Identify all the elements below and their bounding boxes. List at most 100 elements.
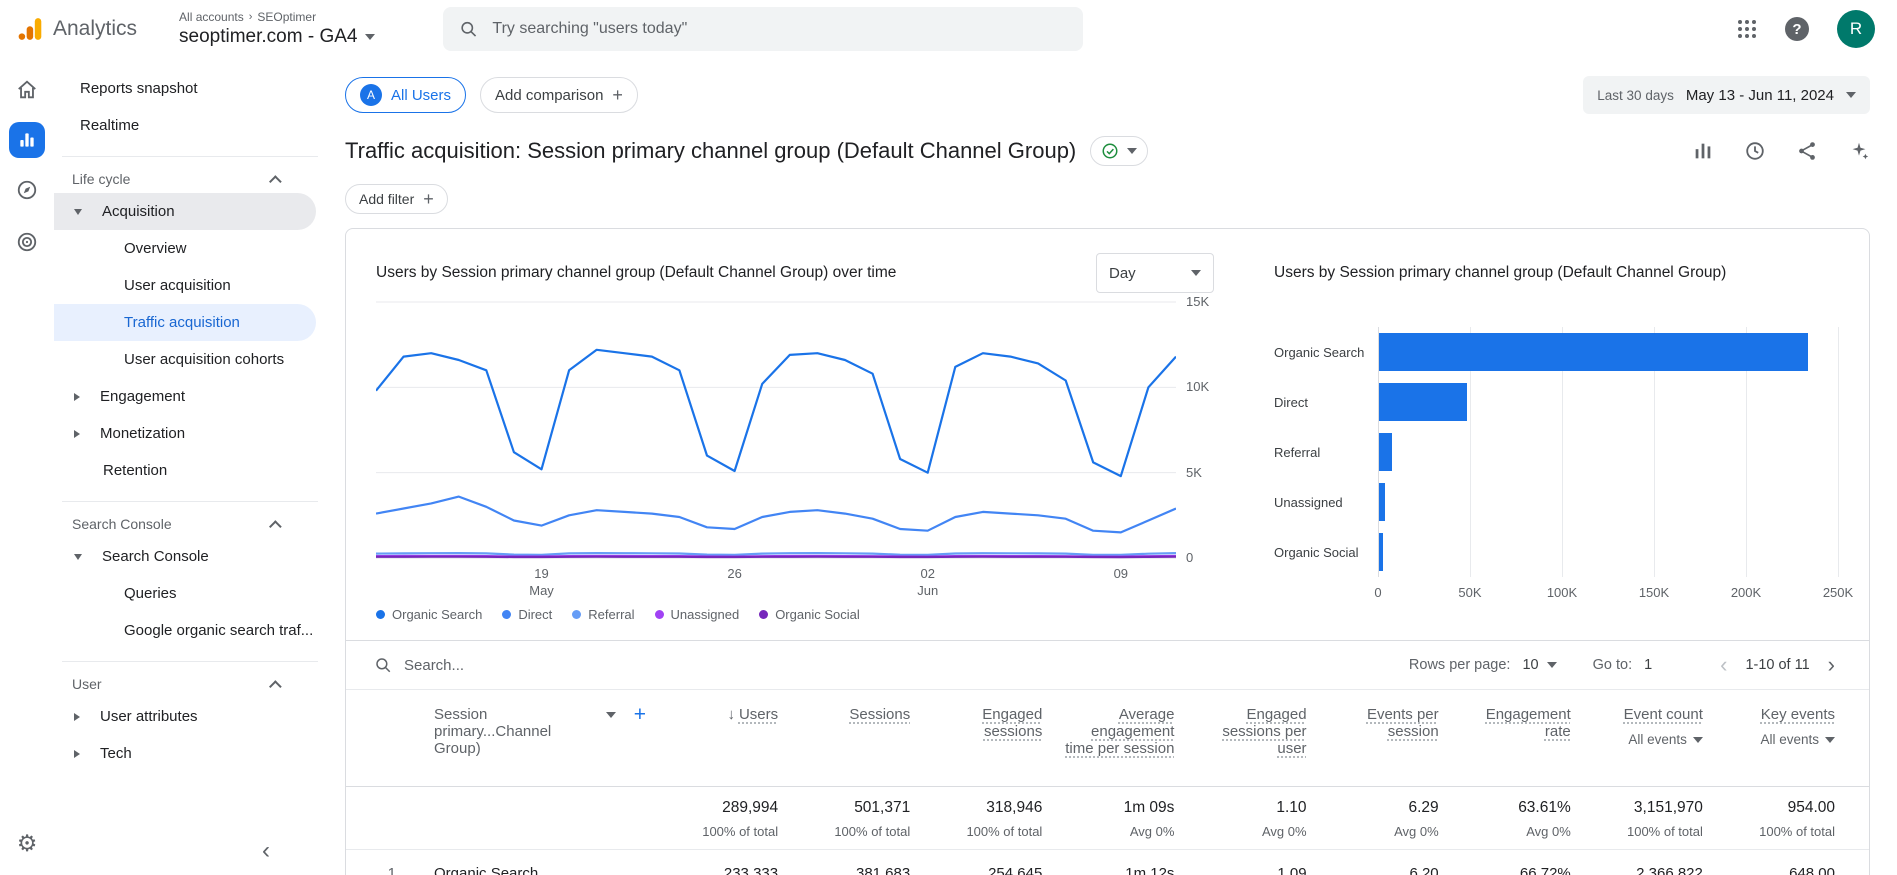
data-quality-badge[interactable] bbox=[1090, 136, 1148, 166]
breadcrumb[interactable]: All accounts › SEOptimer bbox=[179, 10, 375, 24]
row-value: 1m 12s bbox=[1042, 865, 1174, 875]
collapsed-arrow-icon[interactable] bbox=[74, 430, 80, 438]
line-chart-x-axis: 19May2602Jun09 bbox=[376, 565, 1176, 603]
sidebar-item-traffic-acquisition[interactable]: Traffic acquisition bbox=[54, 304, 316, 341]
advertising-icon[interactable] bbox=[7, 222, 47, 262]
bar-referral[interactable] bbox=[1379, 433, 1392, 471]
sidebar-item-tech[interactable]: Tech bbox=[54, 735, 330, 772]
admin-gear-icon[interactable]: ⚙ bbox=[0, 830, 54, 857]
bar-organic-social[interactable] bbox=[1379, 533, 1383, 571]
sidebar-item-user-attributes[interactable]: User attributes bbox=[54, 698, 330, 735]
column-header-events-per-session[interactable]: Events per session bbox=[1307, 690, 1439, 786]
add-comparison-button[interactable]: Add comparison + bbox=[480, 77, 638, 113]
expand-arrow-icon[interactable] bbox=[74, 554, 82, 560]
y-axis-label: 15K bbox=[1186, 294, 1209, 309]
column-header-event-count[interactable]: Event countAll events bbox=[1571, 690, 1703, 786]
collapsed-arrow-icon[interactable] bbox=[74, 713, 80, 721]
property-selector[interactable]: seoptimer.com - GA4 bbox=[179, 26, 375, 48]
series-line-referral bbox=[376, 553, 1176, 555]
bar-chart-category-labels: Organic SearchDirectReferralUnassignedOr… bbox=[1274, 327, 1378, 577]
sidebar-section-search-console[interactable]: Search Console bbox=[62, 501, 318, 536]
bar-direct[interactable] bbox=[1379, 383, 1467, 421]
chevron-up-icon[interactable] bbox=[269, 520, 282, 533]
chevron-up-icon[interactable] bbox=[269, 680, 282, 693]
x-tick-day: 09 bbox=[1114, 565, 1128, 582]
share-icon[interactable] bbox=[1796, 140, 1818, 162]
check-circle-icon bbox=[1101, 142, 1119, 160]
home-icon[interactable] bbox=[7, 70, 47, 110]
column-subheader-select[interactable]: All events bbox=[1593, 732, 1703, 747]
add-dimension-icon[interactable]: + bbox=[634, 706, 646, 724]
totals-cell: 501,371100% of total bbox=[778, 787, 910, 849]
dimension-column-header[interactable]: Session primary...Channel Group) + bbox=[406, 690, 646, 786]
page-title: Traffic acquisition: Session primary cha… bbox=[345, 138, 1076, 164]
column-header-label: Events per session bbox=[1367, 706, 1439, 740]
sidebar-item-overview[interactable]: Overview bbox=[54, 230, 330, 267]
bar-organic-search[interactable] bbox=[1379, 333, 1808, 371]
sidebar-item-engagement[interactable]: Engagement bbox=[54, 378, 330, 415]
column-header-engagement-rate[interactable]: Engagement rate bbox=[1439, 690, 1571, 786]
bar-chart-x-axis: 050K100K150K200K250K bbox=[1378, 585, 1838, 603]
sidebar-item-label: Monetization bbox=[100, 425, 185, 442]
sidebar-item-acquisition[interactable]: Acquisition bbox=[54, 193, 316, 230]
chevron-up-icon[interactable] bbox=[269, 175, 282, 188]
avatar[interactable]: R bbox=[1837, 10, 1875, 48]
bar-unassigned[interactable] bbox=[1379, 483, 1385, 521]
table-search[interactable] bbox=[374, 656, 734, 674]
sidebar-section-user[interactable]: User bbox=[62, 661, 318, 696]
sidebar-item-reports-snapshot[interactable]: Reports snapshot bbox=[54, 70, 330, 107]
sidebar-item-monetization[interactable]: Monetization bbox=[54, 415, 330, 452]
sidebar-item-user-acquisition-cohorts[interactable]: User acquisition cohorts bbox=[54, 341, 330, 378]
google-apps-grid-icon[interactable] bbox=[1737, 19, 1757, 39]
column-header-engaged-sessions[interactable]: Engaged sessions bbox=[910, 690, 1042, 786]
edit-comparisons-icon[interactable] bbox=[1692, 140, 1714, 162]
analytics-logo-icon bbox=[18, 16, 44, 42]
column-header-sessions[interactable]: Sessions bbox=[778, 690, 910, 786]
next-page-icon[interactable]: › bbox=[1822, 654, 1841, 676]
reports-icon[interactable] bbox=[9, 122, 45, 158]
collapsed-arrow-icon[interactable] bbox=[74, 750, 80, 758]
plus-icon: + bbox=[612, 85, 623, 106]
goto-page-input[interactable] bbox=[1644, 657, 1678, 673]
expand-arrow-icon[interactable] bbox=[74, 209, 82, 215]
table-toolbar: Rows per page: 10 Go to: ‹ 1-10 of 11 › bbox=[346, 641, 1869, 689]
sidebar-item-queries[interactable]: Queries bbox=[54, 575, 330, 612]
help-icon[interactable]: ? bbox=[1785, 17, 1809, 41]
collapsed-arrow-icon[interactable] bbox=[74, 393, 80, 401]
bar-category-label: Unassigned bbox=[1274, 477, 1378, 527]
sidebar-item-realtime[interactable]: Realtime bbox=[54, 107, 330, 144]
x-tick-month: Jun bbox=[917, 582, 938, 599]
row-value: 648.00 bbox=[1703, 865, 1835, 875]
topbar-actions: ? R bbox=[1737, 10, 1875, 48]
sidebar-section-life-cycle[interactable]: Life cycle bbox=[62, 156, 318, 191]
previous-page-icon[interactable]: ‹ bbox=[1714, 654, 1733, 676]
breadcrumb-account[interactable]: All accounts bbox=[179, 10, 244, 24]
granularity-select[interactable]: Day bbox=[1096, 253, 1214, 293]
sidebar-item-google-organic-search-traf[interactable]: Google organic search traf... bbox=[54, 612, 330, 649]
totals-subtext: 100% of total bbox=[910, 824, 1042, 839]
column-header-users[interactable]: ↓Users bbox=[646, 690, 778, 786]
sidebar-item-user-acquisition[interactable]: User acquisition bbox=[54, 267, 330, 304]
analytics-logo[interactable]: Analytics bbox=[18, 16, 137, 42]
all-users-chip[interactable]: A All Users bbox=[345, 77, 466, 113]
insights-icon[interactable] bbox=[1848, 140, 1870, 162]
column-header-engaged-sessions-per-user[interactable]: Engaged sessions per user bbox=[1174, 690, 1306, 786]
sidebar-item-retention[interactable]: Retention bbox=[54, 452, 330, 489]
column-header-average-engagement-time-per-session[interactable]: Average engagement time per session bbox=[1042, 690, 1174, 786]
explore-icon[interactable] bbox=[7, 170, 47, 210]
sampling-quality-icon[interactable] bbox=[1744, 140, 1766, 162]
plus-icon: + bbox=[423, 189, 434, 210]
date-range-picker[interactable]: Last 30 days May 13 - Jun 11, 2024 bbox=[1583, 76, 1870, 114]
add-filter-button[interactable]: Add filter + bbox=[345, 184, 448, 214]
search-input[interactable] bbox=[492, 20, 1067, 38]
sidebar-item-search-console[interactable]: Search Console bbox=[54, 538, 330, 575]
global-search[interactable] bbox=[443, 7, 1083, 51]
column-header-key-events[interactable]: Key eventsAll events bbox=[1703, 690, 1835, 786]
table-search-input[interactable] bbox=[404, 657, 684, 674]
column-subheader-select[interactable]: All events bbox=[1725, 732, 1835, 747]
breadcrumb-item[interactable]: SEOptimer bbox=[257, 10, 316, 24]
collapse-nav-icon[interactable]: ‹ bbox=[262, 837, 270, 865]
rows-per-page-select[interactable]: 10 bbox=[1522, 657, 1556, 673]
x-axis-label: 02Jun bbox=[917, 565, 938, 599]
sidebar-item-label: Google organic search traf... bbox=[124, 622, 313, 639]
